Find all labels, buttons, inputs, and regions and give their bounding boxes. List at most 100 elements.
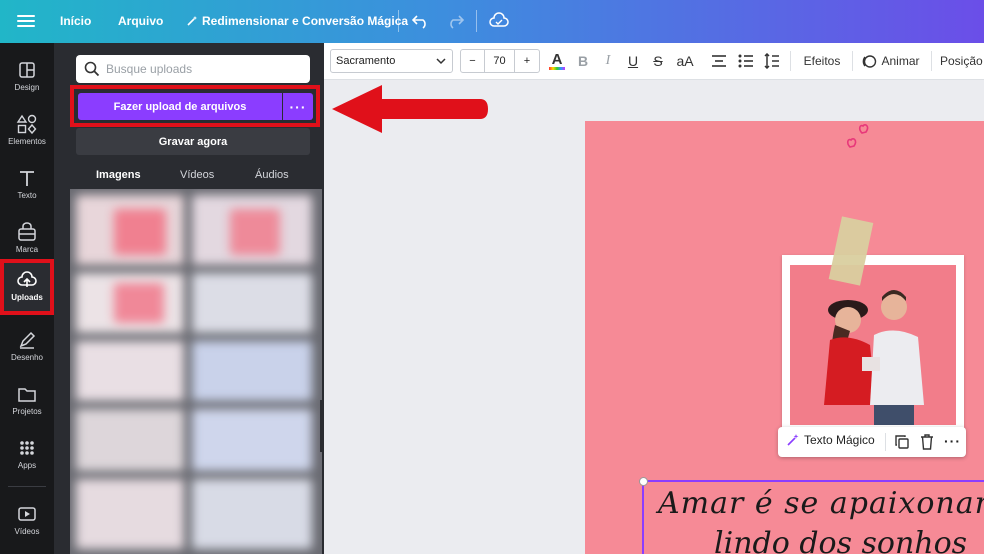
increase-size-button[interactable]: + xyxy=(515,50,539,72)
upload-files-button[interactable]: Fazer upload de arquivos xyxy=(78,93,282,120)
record-now-button[interactable]: Gravar agora xyxy=(76,128,310,155)
side-rail: Design Elementos Texto Marca Uploads Des… xyxy=(0,43,54,554)
strikethrough-button[interactable]: S xyxy=(649,49,667,73)
shapes-icon xyxy=(16,114,37,135)
top-bar: Início Arquivo Redimensionar e Conversão… xyxy=(0,0,984,43)
magic-wand-icon xyxy=(787,434,799,446)
magic-wand-icon xyxy=(187,16,197,26)
layout-icon xyxy=(19,62,35,78)
upload-more-button[interactable]: ··· xyxy=(283,93,313,120)
upload-thumbnail[interactable] xyxy=(76,479,184,549)
apps-grid-icon xyxy=(20,441,34,455)
rail-label: Elementos xyxy=(8,137,46,146)
tab-videos[interactable]: Vídeos xyxy=(180,169,214,181)
rail-item-projects[interactable]: Projetos xyxy=(0,373,54,427)
rail-item-videos[interactable]: Vídeos xyxy=(0,493,54,547)
cloud-sync-icon[interactable] xyxy=(489,12,509,30)
upload-thumbnail[interactable] xyxy=(192,479,312,549)
resize-handle[interactable] xyxy=(639,477,648,486)
hearts-decoration[interactable] xyxy=(842,121,874,151)
upload-thumbnail[interactable] xyxy=(76,409,184,471)
rail-item-elements[interactable]: Elementos xyxy=(0,103,54,157)
letter-case-button[interactable]: aA xyxy=(674,49,696,73)
rail-divider xyxy=(8,486,46,487)
selected-text-box[interactable]: Amar é se apaixonar lindo dos sonhos xyxy=(639,477,984,554)
rail-item-text[interactable]: Texto xyxy=(0,157,54,211)
trash-icon[interactable] xyxy=(920,434,934,450)
upload-thumbnail[interactable] xyxy=(192,341,312,401)
position-button[interactable]: Posição xyxy=(940,49,984,73)
brand-icon xyxy=(18,222,36,241)
rail-item-brand[interactable]: Marca xyxy=(0,211,54,265)
line-spacing-icon[interactable] xyxy=(764,53,780,69)
resize-menu[interactable]: Redimensionar e Conversão Mágica xyxy=(186,14,408,28)
chevron-down-icon xyxy=(436,58,446,65)
font-size-input[interactable]: 70 xyxy=(485,50,515,72)
cloud-upload-icon xyxy=(17,271,37,287)
italic-button[interactable]: I xyxy=(599,49,617,73)
home-link[interactable]: Início xyxy=(60,14,91,28)
decrease-size-button[interactable]: − xyxy=(461,50,485,72)
effects-button[interactable]: Efeitos xyxy=(800,49,844,73)
search-box xyxy=(76,55,310,83)
magic-text-button[interactable]: Texto Mágico xyxy=(786,433,875,447)
redo-icon[interactable] xyxy=(446,13,464,29)
editor-toolbar: Sacramento − 70 + A B I U S aA Efeitos A… xyxy=(324,43,984,80)
upload-thumbnail[interactable] xyxy=(76,341,184,401)
tab-images[interactable]: Imagens xyxy=(96,169,141,181)
upload-highlight: Fazer upload de arquivos ··· xyxy=(70,85,320,127)
resize-label: Redimensionar e Conversão Mágica xyxy=(202,14,409,28)
red-arrow-annotation xyxy=(332,85,488,133)
more-options-button[interactable]: ··· xyxy=(944,433,961,449)
text-color-button[interactable]: A xyxy=(547,49,567,73)
magic-text-label: Texto Mágico xyxy=(804,433,875,447)
rail-label: Texto xyxy=(17,191,37,200)
divider xyxy=(398,10,399,32)
folder-icon xyxy=(18,388,36,402)
couple-photo[interactable] xyxy=(790,265,956,425)
divider xyxy=(852,51,853,71)
canvas-area: Texto Mágico ··· Amar é se apaixonar lin… xyxy=(324,80,984,554)
duplicate-icon[interactable] xyxy=(894,434,910,450)
upload-thumbnail[interactable] xyxy=(192,409,312,471)
rail-item-design[interactable]: Design xyxy=(0,49,54,103)
couple-illustration xyxy=(790,265,956,425)
search-input[interactable] xyxy=(106,62,296,76)
rail-label: Design xyxy=(14,83,40,92)
undo-icon[interactable] xyxy=(412,13,430,29)
script-text-line2: lindo dos sonhos xyxy=(714,526,968,554)
search-icon xyxy=(84,61,100,77)
divider xyxy=(790,51,791,71)
font-size-stepper: − 70 + xyxy=(460,49,540,73)
rail-label: Uploads xyxy=(11,293,43,302)
rail-item-draw[interactable]: Desenho xyxy=(0,319,54,373)
uploads-panel: Fazer upload de arquivos ··· Gravar agor… xyxy=(54,43,324,554)
upload-thumbnail-detail xyxy=(114,209,166,255)
divider xyxy=(476,10,477,32)
file-menu[interactable]: Arquivo xyxy=(118,14,163,28)
polaroid-frame[interactable] xyxy=(782,255,964,455)
font-name: Sacramento xyxy=(336,55,396,67)
context-toolbar: Texto Mágico ··· xyxy=(778,427,966,457)
tab-audios[interactable]: Áudios xyxy=(255,169,289,181)
align-center-icon[interactable] xyxy=(711,54,727,68)
rail-item-uploads[interactable]: Uploads xyxy=(0,259,54,315)
font-select[interactable]: Sacramento xyxy=(330,49,453,73)
rail-label: Marca xyxy=(15,245,39,254)
bold-button[interactable]: B xyxy=(574,49,592,73)
menu-icon[interactable] xyxy=(17,12,35,30)
underline-button[interactable]: U xyxy=(624,49,642,73)
video-icon xyxy=(18,507,36,521)
upload-thumbnail-detail xyxy=(230,209,280,255)
divider xyxy=(885,433,886,451)
animate-button[interactable]: Animar xyxy=(861,49,921,73)
animate-label: Animar xyxy=(881,54,920,68)
upload-thumbnail[interactable] xyxy=(192,273,312,333)
script-text-line1: Amar é se apaixonar xyxy=(658,486,984,521)
rail-label: Vídeos xyxy=(14,527,40,536)
animate-icon xyxy=(863,54,877,68)
rail-label: Apps xyxy=(17,461,37,470)
list-icon[interactable] xyxy=(738,54,754,68)
pen-icon xyxy=(19,331,36,349)
rail-item-apps[interactable]: Apps xyxy=(0,427,54,481)
